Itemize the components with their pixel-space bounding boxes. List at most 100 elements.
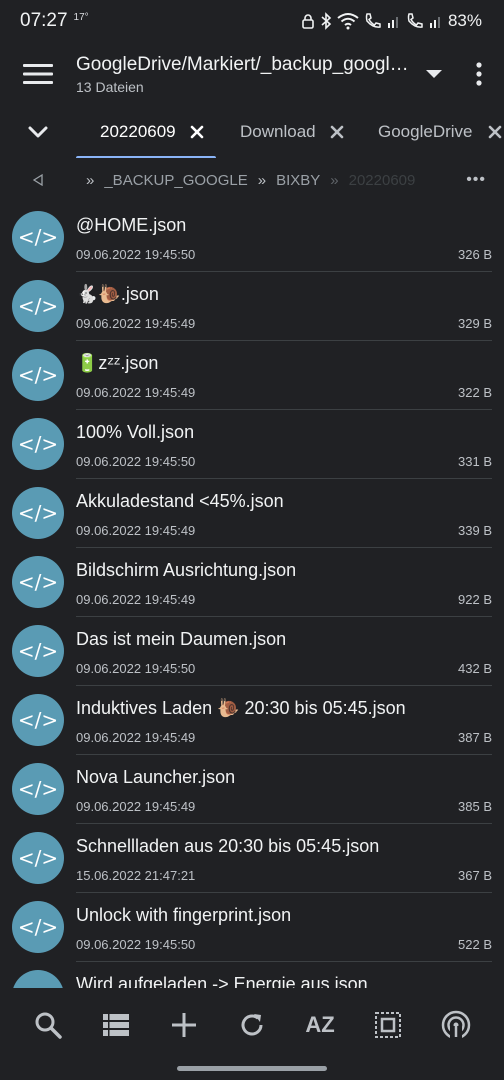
code-file-icon: </> [12, 625, 64, 677]
tab-label: GoogleDrive [378, 122, 473, 141]
file-date: 09.06.2022 19:45:49 [76, 799, 196, 814]
path-dropdown-button[interactable] [414, 42, 454, 106]
file-size: 339 B [458, 523, 492, 538]
status-temperature: 17° [73, 11, 89, 23]
code-file-icon: </> [12, 349, 64, 401]
file-date: 09.06.2022 19:45:49 [76, 523, 196, 538]
list-item[interactable]: </> 🔋zᶻᶻ.json 09.06.2022 19:45:49 322 B [0, 341, 504, 410]
close-icon [190, 125, 204, 139]
close-icon [330, 125, 343, 139]
sort-label: AZ [305, 1012, 335, 1037]
file-count: 13 Dateien [76, 78, 144, 95]
file-date: 09.06.2022 19:45:50 [76, 454, 196, 469]
dropdown-arrow-icon [426, 70, 442, 78]
file-name: Akkuladestand <45%.json [76, 491, 284, 511]
network-button[interactable] [431, 1000, 481, 1050]
file-name: 🔋zᶻᶻ.json [76, 353, 159, 373]
code-file-icon: </> [12, 832, 64, 884]
back-icon [33, 174, 43, 186]
file-date: 15.06.2022 21:47:21 [76, 868, 196, 883]
list-item[interactable]: </> Nova Launcher.json 09.06.2022 19:45:… [0, 755, 504, 824]
tab-label: Download [240, 122, 316, 141]
list-view-icon [103, 1014, 129, 1036]
file-size: 387 B [458, 730, 492, 745]
code-file-icon: </> [12, 556, 64, 608]
overflow-menu-button[interactable] [454, 42, 504, 106]
list-item[interactable]: </> Unlock with fingerprint.json 09.06.2… [0, 893, 504, 962]
breadcrumb-item[interactable]: BIXBY [276, 172, 320, 189]
breadcrumb-item[interactable]: _BACKUP_GOOGLE [104, 172, 247, 189]
bluetooth-icon [321, 12, 332, 30]
file-size: 385 B [458, 799, 492, 814]
file-size: 326 B [458, 247, 492, 262]
list-item[interactable]: </> 🐇🐌.json 09.06.2022 19:45:49 329 B [0, 272, 504, 341]
search-button[interactable] [23, 1000, 73, 1050]
file-date: 09.06.2022 19:45:50 [76, 661, 196, 676]
list-item[interactable]: </> @HOME.json 09.06.2022 19:45:50 326 B [0, 203, 504, 272]
file-name: Unlock with fingerprint.json [76, 905, 292, 925]
code-file-icon: </> [12, 970, 64, 988]
file-date: 09.06.2022 19:45:50 [76, 247, 196, 262]
file-size: 367 B [458, 868, 492, 883]
network-icon [441, 1010, 471, 1040]
file-size: 922 B [458, 592, 492, 607]
menu-button[interactable] [0, 42, 76, 106]
sort-button[interactable]: AZ [295, 1000, 345, 1050]
file-date: 09.06.2022 19:45:50 [76, 937, 196, 952]
tab-googledrive[interactable]: GoogleDrive [354, 106, 504, 158]
file-name: 🐇🐌.json [76, 284, 159, 304]
status-time: 07:27 [20, 10, 68, 31]
breadcrumb-back-button[interactable] [0, 174, 76, 186]
tab-download[interactable]: Download [216, 106, 354, 158]
file-size: 322 B [458, 385, 492, 400]
chevron-down-icon [28, 126, 48, 138]
list-item[interactable]: </> Induktives Laden 🐌 20:30 bis 05:45.j… [0, 686, 504, 755]
refresh-button[interactable] [227, 1000, 277, 1050]
signal-icon-2 [429, 17, 440, 28]
list-item[interactable]: </> 100% Voll.json 09.06.2022 19:45:50 3… [0, 410, 504, 479]
code-file-icon: </> [12, 694, 64, 746]
view-mode-button[interactable] [91, 1000, 141, 1050]
tab-close-button[interactable] [190, 124, 204, 140]
file-date: 09.06.2022 19:45:49 [76, 385, 196, 400]
tab-bar: 20220609 Download GoogleDrive [0, 106, 504, 158]
tab-label: 20220609 [100, 122, 176, 141]
file-name: @HOME.json [76, 215, 187, 235]
list-item[interactable]: </> Schnellladen aus 20:30 bis 05:45.jso… [0, 824, 504, 893]
collapse-tabs-button[interactable] [0, 106, 76, 158]
breadcrumb-separator: » [86, 171, 95, 189]
wifi-icon [337, 13, 359, 30]
file-date: 09.06.2022 19:45:49 [76, 592, 196, 607]
list-item[interactable]: </> Akkuladestand <45%.json 09.06.2022 1… [0, 479, 504, 548]
breadcrumb-separator: » [257, 171, 267, 189]
close-icon [488, 125, 501, 139]
file-name: Das ist mein Daumen.json [76, 629, 287, 649]
bottom-toolbar: AZ [0, 990, 504, 1060]
breadcrumb-current: 20220609 [348, 171, 416, 189]
file-name: Induktives Laden 🐌 20:30 bis 05:45.json [76, 698, 406, 718]
add-button[interactable] [159, 1000, 209, 1050]
refresh-icon [241, 1014, 263, 1036]
list-item[interactable]: </> Wird aufgeladen -> Energie aus.json [0, 962, 504, 988]
code-file-icon: </> [12, 901, 64, 953]
tab-close-button[interactable] [487, 124, 503, 140]
code-file-icon: </> [12, 418, 64, 470]
select-all-icon [375, 1012, 401, 1038]
select-all-button[interactable] [363, 1000, 413, 1050]
file-size: 432 B [458, 661, 492, 676]
appbar-titles[interactable]: GoogleDrive/Markiert/_backup_google/bixb… [76, 54, 414, 95]
menu-icon [23, 64, 53, 84]
home-indicator[interactable] [177, 1066, 327, 1071]
file-date: 09.06.2022 19:45:49 [76, 316, 196, 331]
list-item[interactable]: </> Bildschirm Ausrichtung.json 09.06.20… [0, 548, 504, 617]
code-file-icon: </> [12, 280, 64, 332]
breadcrumb-more-button[interactable]: ••• [466, 171, 486, 189]
breadcrumb-separator: » [330, 171, 339, 189]
tab-close-button[interactable] [330, 124, 344, 140]
code-file-icon: </> [12, 211, 64, 263]
file-name: 100% Voll.json [76, 422, 195, 442]
tab-20220609[interactable]: 20220609 [76, 106, 216, 158]
lock-icon [302, 14, 314, 29]
list-item[interactable]: </> Das ist mein Daumen.json 09.06.2022 … [0, 617, 504, 686]
battery-level: 83% [447, 11, 482, 30]
